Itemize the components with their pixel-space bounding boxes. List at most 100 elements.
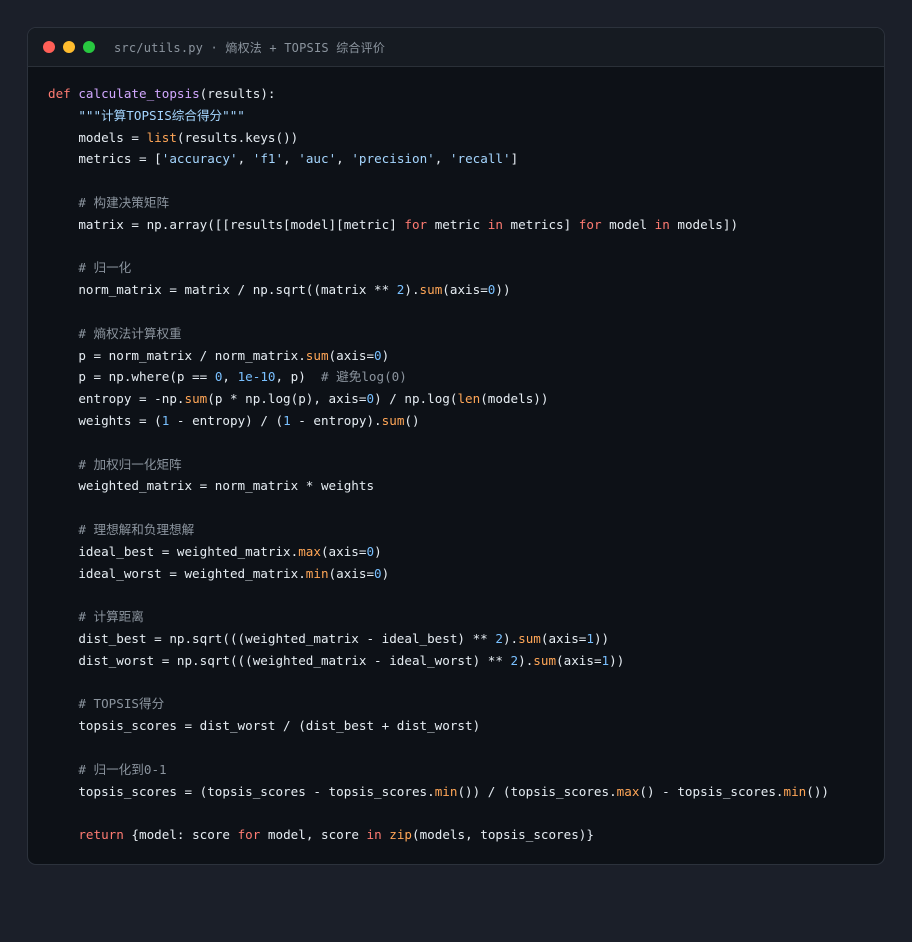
close-window-button[interactable] (43, 41, 55, 53)
code-token-bi: sum (305, 347, 329, 363)
code-token-num: 1 (601, 652, 610, 668)
code-token-plain: (results.keys()) (176, 129, 299, 145)
code-token-bi: sum (518, 630, 541, 646)
code-token-num: 1e-10 (237, 369, 276, 385)
code-token-kw: for (237, 827, 261, 843)
code-token-kw: return (78, 827, 124, 843)
code-token-bi: min (305, 565, 329, 581)
code-line: ideal_best = weighted_matrix.max(axis=0) (48, 541, 829, 563)
code-line: weighted_matrix = norm_matrix * weights (48, 475, 829, 497)
code-token-plain: )) (593, 630, 610, 646)
code-token-str: 'f1' (252, 151, 284, 167)
code-token-plain: , (237, 151, 253, 167)
code-line: p = np.where(p == 0, 1e-10, p) # 避免log(0… (48, 366, 829, 388)
code-token-plain: - entropy). (290, 412, 382, 428)
code-token-plain: ideal_best = weighted_matrix. (48, 543, 299, 559)
code-token-kw: def (48, 86, 79, 101)
code-token-plain: (axis= (442, 282, 488, 298)
code-token-plain: dist_best = np.sqrt(((weighted_matrix - … (48, 630, 496, 646)
code-line: # 理想解和负理想解 (48, 519, 829, 541)
code-token-bi: list (146, 129, 177, 145)
code-token-bi: len (457, 391, 481, 407)
code-token-plain: metrics = [ (48, 151, 162, 167)
code-token-plain: ()) (806, 783, 829, 799)
minimize-window-button[interactable] (63, 41, 75, 53)
code-token-plain: model, score (260, 827, 367, 843)
code-token-plain: (axis= (540, 630, 587, 646)
code-token-plain: matrix = np.array([[results[model][metri… (48, 216, 405, 232)
code-token-plain: ()) / (topsis_scores. (457, 783, 617, 799)
code-token-cm: # 理想解和负理想解 (48, 521, 195, 537)
code-token-plain: entropy = -np. (48, 391, 185, 407)
code-token-plain: - entropy) / ( (169, 412, 284, 428)
code-token-plain: , p) (275, 369, 321, 385)
code-token-plain: ] (510, 151, 519, 167)
code-token-plain: )) (495, 282, 511, 298)
code-token-plain: {model: score (123, 827, 238, 843)
code-token-str: 'accuracy' (161, 151, 238, 167)
code-token-plain: models = (48, 129, 147, 145)
code-token-plain: ). (502, 630, 519, 646)
code-token-plain: , (336, 151, 352, 167)
code-token-cm: # 熵权法计算权重 (48, 325, 182, 341)
code-token-plain: (axis= (328, 347, 375, 363)
code-token-bi: sum (184, 391, 208, 407)
code-token-plain: norm_matrix = matrix / np.sqrt((matrix *… (48, 282, 397, 298)
code-token-num: 0 (366, 391, 375, 407)
code-token-kw: in (654, 216, 670, 232)
code-line: # 加权归一化矩阵 (48, 454, 829, 476)
code-block[interactable]: def calculate_topsis(results): """计算TOPS… (48, 83, 829, 846)
code-token-kw: for (578, 216, 602, 232)
code-line: topsis_scores = (topsis_scores - topsis_… (48, 781, 829, 803)
code-token-plain: ) (381, 347, 390, 363)
code-line: # 构建决策矩阵 (48, 192, 829, 214)
code-token-plain: ). (404, 282, 420, 298)
code-token-plain: ) (381, 565, 390, 581)
code-token-plain: topsis_scores = (topsis_scores - topsis_… (48, 783, 435, 799)
code-line: matrix = np.array([[results[model][metri… (48, 214, 829, 236)
code-token-plain: weighted_matrix = norm_matrix * weights (48, 478, 375, 494)
code-token-plain: )) (609, 652, 625, 668)
maximize-window-button[interactable] (83, 41, 95, 53)
code-line: # TOPSIS得分 (48, 693, 829, 715)
code-token-plain: , (283, 151, 299, 167)
code-token-plain: topsis_scores = dist_worst / (dist_best … (48, 718, 481, 734)
code-token-plain: metrics] (502, 216, 579, 232)
code-line: models = list(results.keys()) (48, 127, 829, 149)
code-token-num: 2 (495, 630, 503, 646)
window-title: src/utils.py · 熵权法 + TOPSIS 综合评价 (114, 41, 386, 55)
code-line: metrics = ['accuracy', 'f1', 'auc', 'pre… (48, 148, 829, 170)
code-token-cm: # TOPSIS得分 (48, 696, 165, 712)
code-token-kw: in (366, 827, 382, 843)
code-token-plain: () - topsis_scores. (639, 783, 784, 799)
code-token-cm: # 计算距离 (48, 609, 144, 625)
code-token-bi: min (783, 783, 807, 799)
code-line: dist_worst = np.sqrt(((weighted_matrix -… (48, 650, 829, 672)
code-token-str: 'auc' (298, 151, 337, 167)
code-line: dist_best = np.sqrt(((weighted_matrix - … (48, 628, 829, 650)
code-line: ideal_worst = weighted_matrix.min(axis=0… (48, 563, 829, 585)
code-token-plain: weights = ( (48, 412, 162, 428)
code-line: weights = (1 - entropy) / (1 - entropy).… (48, 410, 829, 432)
code-token-plain: (axis= (328, 565, 375, 581)
code-window: src/utils.py · 熵权法 + TOPSIS 综合评价 def cal… (27, 27, 885, 865)
code-token-plain: model (601, 216, 655, 232)
code-token-str: 'recall' (449, 151, 511, 167)
code-token-plain: () (404, 412, 420, 428)
code-token-cm: # 避免log(0) (321, 369, 407, 385)
code-token-plain: (models, topsis_scores)} (412, 827, 594, 843)
code-token-bi: max (298, 543, 321, 559)
code-token-str: """计算TOPSIS综合得分""" (78, 107, 245, 123)
code-line: norm_matrix = matrix / np.sqrt((matrix *… (48, 279, 829, 301)
code-token-plain: metric (427, 216, 488, 232)
code-token-cm: # 归一化到0-1 (48, 761, 167, 777)
code-token-bi: max (616, 783, 640, 799)
code-token-num: 2 (510, 652, 519, 668)
